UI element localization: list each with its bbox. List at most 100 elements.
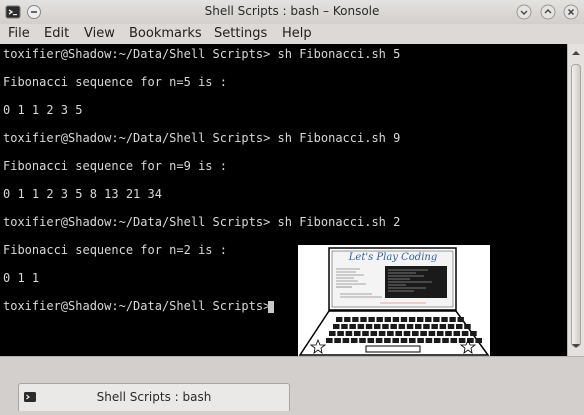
keyboard-key (425, 338, 433, 343)
menu-edit[interactable]: Edit (44, 26, 69, 41)
laptop-illustration: Let's Play Coding (298, 247, 490, 356)
keyboard-key (436, 331, 444, 336)
keyboard-key (428, 331, 436, 336)
keyboard-key (433, 338, 441, 343)
keyboard-key (387, 331, 394, 336)
keyboard-key (408, 317, 416, 322)
tab-bar: Shell Scripts : bash (0, 356, 584, 415)
terminal-line: Fibonacci sequence for n=2 is : (3, 243, 227, 257)
keyboard-key (442, 338, 449, 343)
close-icon[interactable] (563, 4, 579, 20)
keyboard-key (352, 317, 359, 322)
menu-view[interactable]: View (84, 26, 115, 41)
keyboard-key (345, 331, 353, 336)
keyboard-key (390, 324, 397, 329)
keyboard-key (433, 317, 440, 322)
terminal-line: 0 1 1 2 3 5 8 13 21 34 (3, 187, 162, 201)
keyboard-key (475, 338, 482, 343)
menu-bar: File Edit View Bookmarks Settings Help (0, 24, 584, 44)
window-title: Shell Scripts : bash – Konsole (204, 4, 380, 18)
keyboard-key (431, 324, 438, 329)
terminal-prompt-line: toxifier@Shadow:~/Data/Shell Scripts> (3, 299, 278, 313)
menu-bookmarks[interactable]: Bookmarks (129, 26, 202, 41)
text-cursor (268, 301, 274, 313)
minimize-icon[interactable] (516, 4, 532, 20)
keyboard-key (445, 331, 452, 336)
keyboard-key (350, 338, 358, 343)
keyboard-key (367, 338, 375, 343)
keyboard-key (342, 338, 350, 343)
vertical-scrollbar[interactable] (567, 44, 584, 356)
logo-heading: Let's Play Coding (348, 252, 437, 263)
keyboard-key (326, 338, 333, 343)
keyboard-key (360, 317, 367, 322)
scrollbar-thumb[interactable] (571, 64, 581, 347)
menu-file[interactable]: File (8, 26, 30, 41)
keyboard-key (457, 317, 464, 322)
keyboard-key (409, 338, 416, 343)
terminal-line: 0 1 1 (3, 271, 40, 285)
tab-label: Shell Scripts : bash (96, 390, 212, 404)
keyboard-key (415, 324, 422, 329)
keyboard-key (384, 338, 391, 343)
keyboard-key (362, 331, 369, 336)
keyboard-key (374, 324, 381, 329)
lets-play-coding-logo: Let's Play Coding (298, 245, 490, 356)
keyboard-key (450, 338, 458, 343)
keyboard-key (403, 331, 411, 336)
maximize-icon[interactable] (540, 4, 556, 20)
keyboard-key (470, 331, 477, 336)
keyboard-key (456, 324, 463, 329)
terminal-line: toxifier@Shadow:~/Data/Shell Scripts> sh… (3, 131, 401, 145)
keyboard-key (400, 317, 408, 322)
terminal-line: toxifier@Shadow:~/Data/Shell Scripts> sh… (3, 47, 401, 61)
keyboard-key (412, 331, 419, 336)
keyboard-key (417, 317, 424, 322)
keyboard-key (378, 331, 386, 336)
keyboard-key (423, 324, 430, 329)
keyboard-key (464, 324, 471, 329)
tab-shell-scripts[interactable]: Shell Scripts : bash (18, 383, 290, 411)
keyboard-key (376, 317, 383, 322)
keyboard-key (329, 331, 336, 336)
keyboard-key (349, 324, 356, 329)
keyboard-key (441, 317, 448, 322)
keyboard-key (453, 331, 461, 336)
keyboard-key (417, 338, 424, 343)
keyboard-key (344, 317, 351, 322)
keyboard-key (370, 331, 378, 336)
keyboard-key (425, 317, 432, 322)
keyboard-key (439, 324, 447, 329)
keyboard-key (449, 317, 456, 322)
keyboard-key (400, 338, 408, 343)
keyboard-key (375, 338, 383, 343)
keyboard-key (384, 317, 391, 322)
title-bar: Shell Scripts : bash – Konsole (0, 0, 584, 24)
keyboard-key (392, 338, 399, 343)
keyboard-key (420, 331, 427, 336)
keyboard-key (398, 324, 406, 329)
keyboard-key (337, 331, 344, 336)
keyboard-key (357, 324, 365, 329)
keyboard-key (447, 324, 455, 329)
keyboard-key (365, 324, 373, 329)
keyboard-key (461, 331, 469, 336)
keyboard-key (336, 317, 343, 322)
keyboard-key (406, 324, 414, 329)
keyboard-key (341, 324, 348, 329)
keyboard-key (333, 324, 340, 329)
terminal-line: 0 1 1 2 3 5 (3, 103, 83, 117)
keyboard-key (395, 331, 402, 336)
keyboard-key (382, 324, 389, 329)
scroll-down-icon[interactable] (571, 341, 581, 351)
keyboard-key (368, 317, 375, 322)
terminal-line: Fibonacci sequence for n=5 is : (3, 75, 227, 89)
terminal-line: Fibonacci sequence for n=9 is : (3, 159, 227, 173)
scroll-up-icon[interactable] (571, 48, 581, 58)
keyboard-key (359, 338, 366, 343)
keyboard-key (458, 338, 466, 343)
keyboard-key (392, 317, 400, 322)
terminal-line: toxifier@Shadow:~/Data/Shell Scripts> sh… (3, 215, 401, 229)
menu-help[interactable]: Help (282, 26, 312, 41)
menu-settings[interactable]: Settings (214, 26, 267, 41)
